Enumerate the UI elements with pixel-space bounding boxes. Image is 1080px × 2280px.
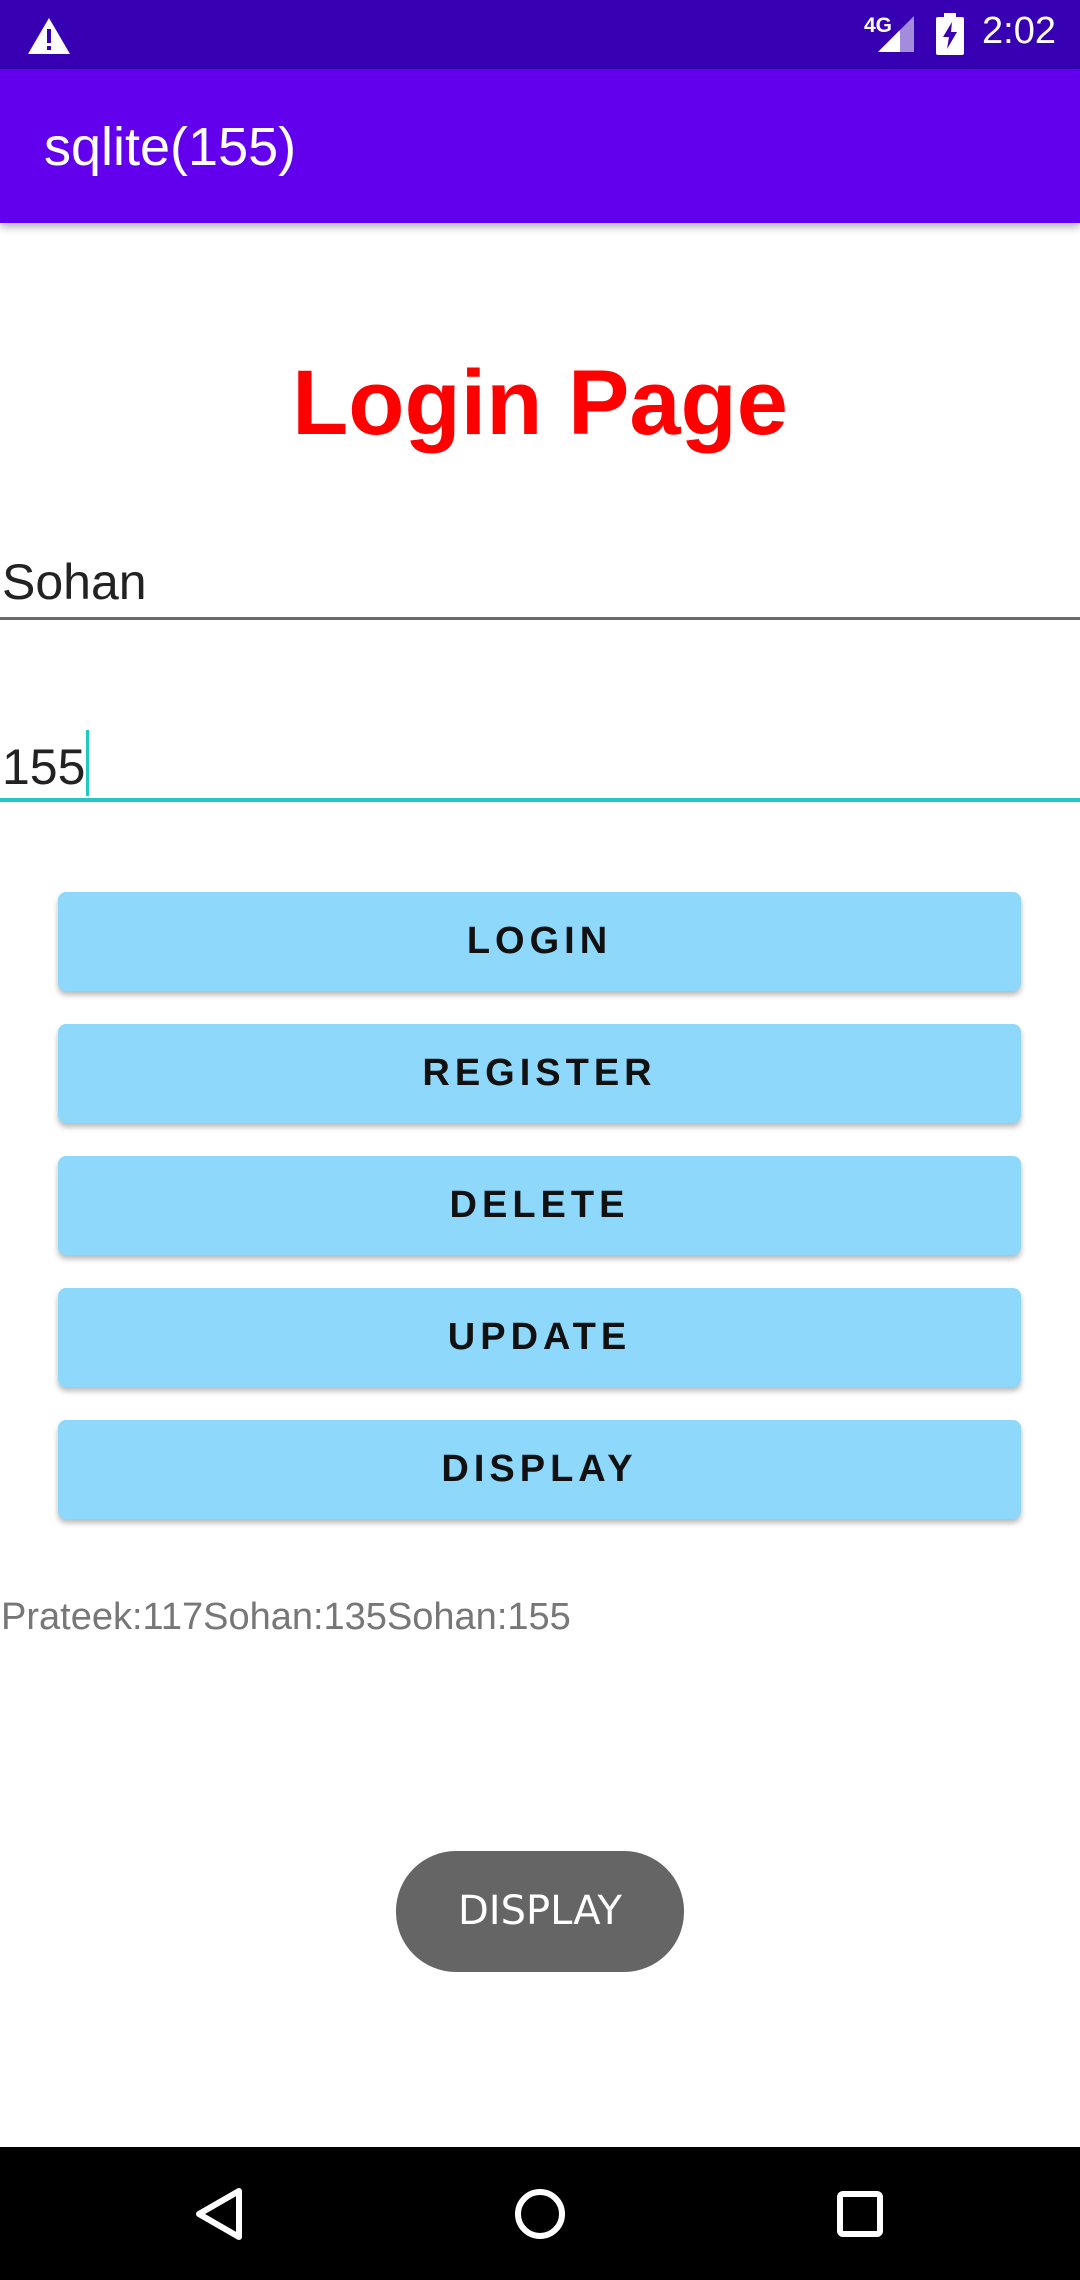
recents-icon[interactable] [825, 2179, 895, 2249]
app-title: sqlite(155) [44, 117, 297, 177]
warning-icon [28, 18, 70, 54]
status-bar: 4G 2:02 [0, 0, 1080, 69]
display-result-text: Prateek:117Sohan:135Sohan:155 [1, 1596, 571, 1638]
login-heading: Login Page [292, 352, 788, 454]
password-field[interactable]: 155 [0, 718, 1080, 802]
navigation-bar [0, 2147, 1080, 2280]
password-value: 155 [2, 739, 86, 795]
app-bar: sqlite(155) [0, 69, 1080, 223]
username-field[interactable]: Sohan [0, 540, 1080, 620]
password-value-container: 155 [2, 730, 90, 797]
update-button[interactable]: UPDATE [58, 1288, 1021, 1387]
battery-charging-icon [936, 13, 964, 55]
android-screen: 4G 2:02 sqlite(155) Login Page Sohan 155… [0, 0, 1080, 2280]
display-button[interactable]: DISPLAY [58, 1420, 1021, 1519]
clock: 2:02 [982, 10, 1056, 52]
delete-button[interactable]: DELETE [58, 1156, 1021, 1255]
home-icon[interactable] [505, 2179, 575, 2249]
login-button[interactable]: LOGIN [58, 892, 1021, 991]
toast-message: DISPLAY [396, 1851, 684, 1972]
back-icon[interactable] [185, 2179, 255, 2249]
username-value: Sohan [2, 554, 147, 610]
register-button[interactable]: REGISTER [58, 1024, 1021, 1123]
text-cursor [86, 730, 90, 796]
signal-icon [878, 16, 914, 52]
